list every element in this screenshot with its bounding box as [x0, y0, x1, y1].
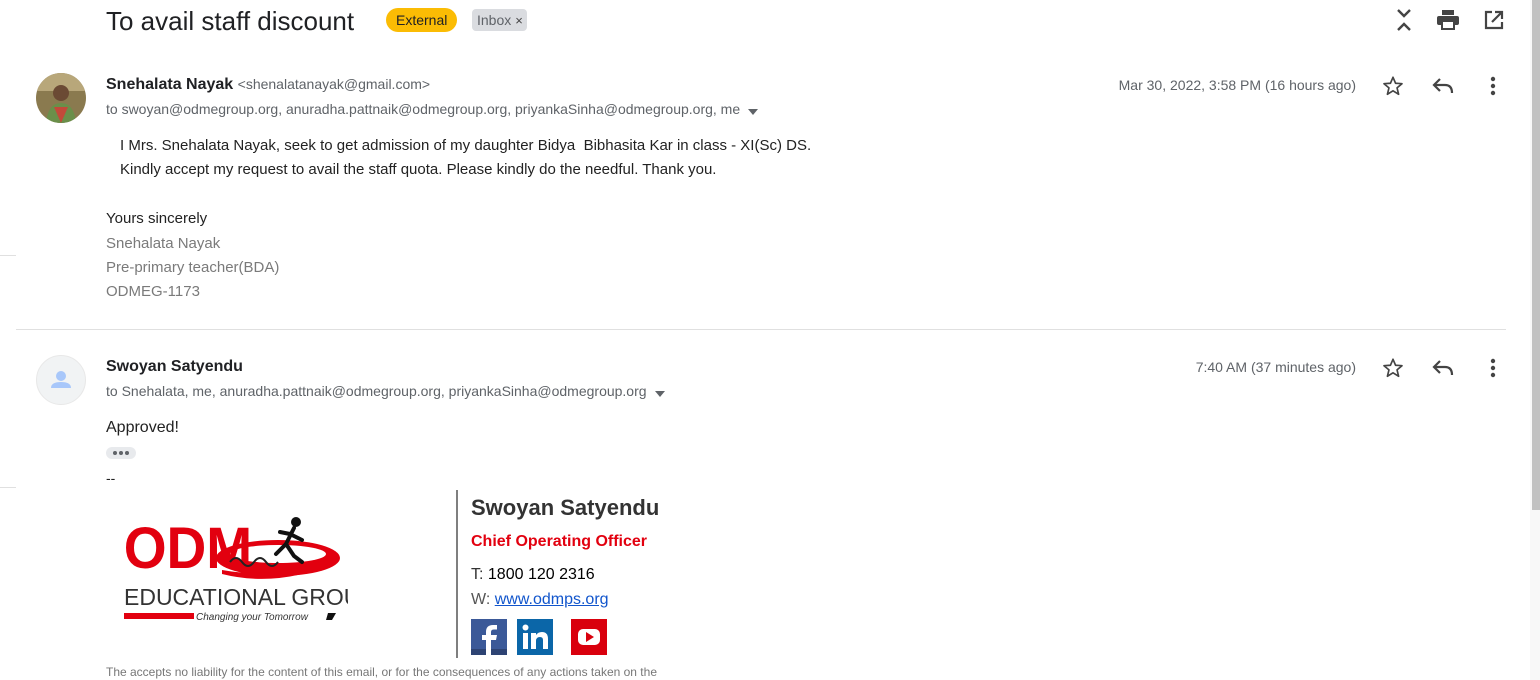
signature-divider [456, 490, 458, 658]
reply-icon[interactable] [1430, 73, 1456, 99]
remove-label-icon[interactable]: × [515, 13, 523, 28]
signature-id: ODMEG-1173 [106, 283, 200, 300]
message-2-recipients: to Snehalata, me, anuradha.pattnaik@odme… [106, 383, 665, 400]
odm-logo-subtitle: EDUCATIONAL GROUP [124, 584, 348, 610]
sender-avatar[interactable] [36, 73, 86, 123]
label-inbox: Inbox × [472, 9, 527, 31]
youtube-icon[interactable] [571, 619, 607, 655]
star-icon[interactable] [1380, 355, 1406, 381]
message-body-line: I Mrs. Snehalata Nayak, seek to get admi… [120, 137, 812, 154]
reply-icon[interactable] [1430, 355, 1456, 381]
recipients-list: to Snehalata, me, anuradha.pattnaik@odme… [106, 383, 647, 399]
email-disclaimer: The accepts no liability for the content… [106, 665, 657, 679]
label-inbox-text: Inbox [477, 12, 512, 28]
more-options-icon[interactable] [1480, 355, 1506, 381]
expand-collapse-icon[interactable] [1390, 6, 1418, 34]
scrollbar-thumb[interactable] [1532, 0, 1540, 510]
signature-separator: -- [106, 470, 116, 486]
email-subject: To avail staff discount [106, 6, 355, 36]
open-in-new-window-icon[interactable] [1480, 6, 1508, 34]
svg-text:ODM: ODM [124, 516, 253, 581]
sender-name[interactable]: Swoyan Satyendu [106, 358, 243, 375]
show-details-dropdown-icon[interactable] [748, 102, 759, 118]
message-1-sender: Snehalata Nayak <shenalatanayak@gmail.co… [106, 76, 430, 94]
show-trimmed-content-button[interactable] [106, 447, 136, 459]
message-divider [16, 329, 1506, 330]
sender-email: <shenalatanayak@gmail.com> [237, 76, 431, 92]
print-icon[interactable] [1434, 6, 1462, 34]
message-closing: Yours sincerely [106, 210, 208, 227]
signature-person-name: Swoyan Satyendu [471, 495, 660, 520]
facebook-icon[interactable] [471, 619, 507, 655]
message-2-date: 7:40 AM (37 minutes ago) [1195, 359, 1356, 375]
show-details-dropdown-icon[interactable] [654, 384, 665, 400]
phone-label: T: [471, 566, 484, 583]
website-link[interactable]: www.odmps.org [495, 591, 609, 608]
phone-number: 1800 120 2316 [487, 566, 595, 583]
divider [0, 487, 16, 488]
linkedin-icon[interactable] [517, 619, 553, 655]
odm-logo: ODM EDUCATIONAL GROUP Changing your Tomo… [118, 510, 376, 630]
message-body-line: Kindly accept my request to avail the st… [120, 161, 717, 178]
odm-logo-tagline: Changing your Tomorrow [196, 612, 309, 623]
web-label: W: [471, 591, 491, 608]
signature-web: W: www.odmps.org [471, 591, 609, 609]
sender-name[interactable]: Snehalata Nayak [106, 76, 233, 93]
message-2-sender: Swoyan Satyendu [106, 358, 243, 376]
signature-role: Pre-primary teacher(BDA) [106, 259, 280, 276]
recipients-list: to swoyan@odmegroup.org, anuradha.pattna… [106, 101, 741, 117]
divider [0, 255, 16, 256]
message-body: Approved! [106, 419, 179, 436]
sender-avatar[interactable] [36, 355, 86, 405]
label-external: External [386, 8, 458, 32]
message-1-date: Mar 30, 2022, 3:58 PM (16 hours ago) [1118, 77, 1356, 93]
signature-job-title: Chief Operating Officer [471, 533, 648, 550]
more-options-icon[interactable] [1480, 73, 1506, 99]
signature-phone: T: 1800 120 2316 [471, 566, 595, 584]
message-1-recipients: to swoyan@odmegroup.org, anuradha.pattna… [106, 101, 759, 118]
star-icon[interactable] [1380, 73, 1406, 99]
signature-name: Snehalata Nayak [106, 235, 221, 252]
